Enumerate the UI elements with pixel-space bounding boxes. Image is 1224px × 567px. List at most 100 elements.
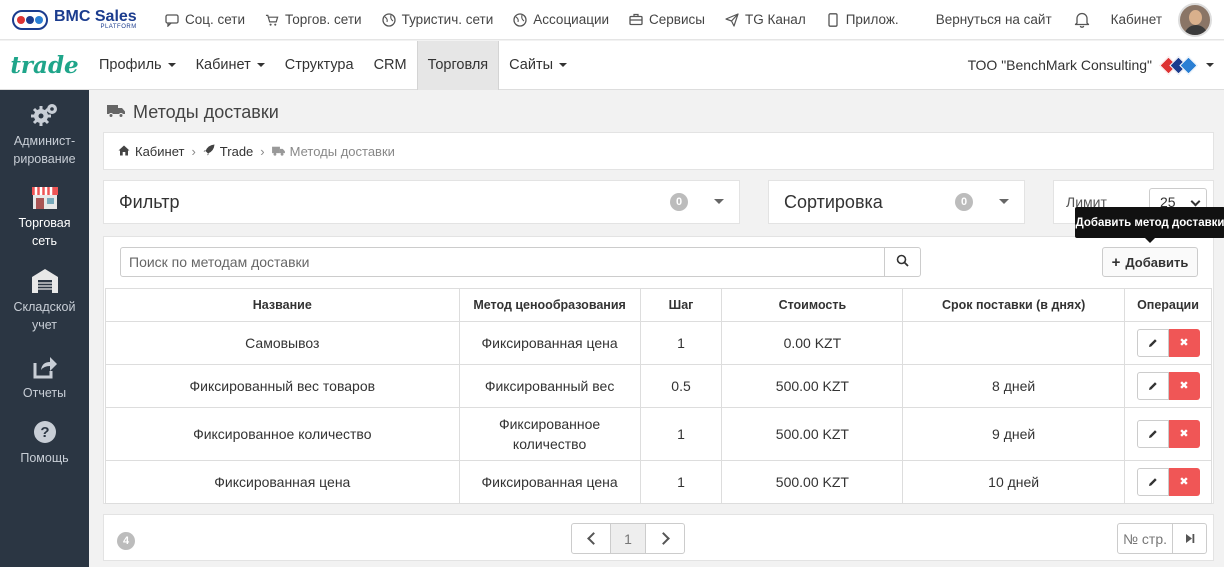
topnav-trade[interactable]: Торгов. сети xyxy=(265,12,362,27)
table-row: Фиксированная цена Фиксированная цена 1 … xyxy=(105,460,1212,504)
sort-count-badge: 0 xyxy=(955,193,973,211)
sidebar-item-help[interactable]: ? Помощь xyxy=(0,417,89,467)
topnav-tg-channel-label: TG Канал xyxy=(744,12,806,27)
top-nav: Соц. сети Торгов. сети Туристич. сети Ас… xyxy=(165,12,919,27)
bmc-logo-icon xyxy=(12,9,48,30)
cell-name: Фиксированное количество xyxy=(105,407,460,461)
menu-trade[interactable]: Торговля xyxy=(416,40,500,90)
caret-down-icon xyxy=(1206,63,1214,67)
topnav-apps[interactable]: Прилож. xyxy=(826,12,899,27)
sidebar-item-reports[interactable]: Отчеты xyxy=(0,352,89,402)
cell-operations: ✖ xyxy=(1124,364,1212,408)
topnav-associations[interactable]: Ассоциации xyxy=(513,12,609,27)
menu-sites[interactable]: Сайты xyxy=(499,41,577,90)
edit-button[interactable] xyxy=(1136,372,1169,400)
sort-panel[interactable]: Сортировка 0 xyxy=(768,180,1025,224)
page-jump-input[interactable]: № стр. xyxy=(1118,524,1173,553)
cell-pricing-method: Фиксированный вес xyxy=(458,364,641,408)
topnav-services[interactable]: Сервисы xyxy=(629,12,705,27)
company-name: ТОО "BenchMark Consulting" xyxy=(967,57,1152,73)
company-switcher[interactable]: ТОО "BenchMark Consulting" xyxy=(967,55,1214,75)
chevron-down-icon[interactable] xyxy=(714,199,724,204)
cell-pricing-method: Фиксированное количество xyxy=(458,407,641,461)
search-icon xyxy=(896,254,909,270)
menu-structure[interactable]: Структура xyxy=(275,41,364,90)
topnav-tg-channel[interactable]: TG Канал xyxy=(725,12,806,27)
menu-structure-label: Структура xyxy=(284,57,354,73)
sidebar-item-trade-network[interactable]: Торговая сеть xyxy=(0,182,89,250)
delete-button[interactable]: ✖ xyxy=(1168,420,1200,448)
bmc-logo[interactable]: BMC Sales PLATFORM xyxy=(12,9,157,30)
add-button[interactable]: + Добавить xyxy=(1102,247,1198,277)
edit-button[interactable] xyxy=(1136,329,1169,357)
search-button[interactable] xyxy=(884,248,920,276)
column-header-delivery-term[interactable]: Срок поставки (в днях) xyxy=(902,288,1126,322)
menu-trade-label: Торговля xyxy=(427,57,489,73)
bell-icon[interactable] xyxy=(1074,11,1090,28)
back-to-site-link[interactable]: Вернуться на сайт xyxy=(936,12,1052,27)
caret-down-icon xyxy=(256,63,265,67)
sidebar-item-warehouse[interactable]: Складской учет xyxy=(0,266,89,334)
column-header-cost[interactable]: Стоимость xyxy=(721,288,904,322)
home-icon xyxy=(118,144,130,159)
cell-step: 0.5 xyxy=(639,364,723,408)
content-area: Методы доставки Кабинет › Trade › Методы… xyxy=(89,90,1224,567)
close-icon: ✖ xyxy=(1179,428,1189,440)
prev-page-button[interactable] xyxy=(572,524,610,553)
pencil-icon xyxy=(1148,376,1158,396)
column-header-operations: Операции xyxy=(1124,288,1212,322)
cabinet-link[interactable]: Кабинет xyxy=(1111,12,1162,27)
logo-title: BMC Sales xyxy=(54,8,137,25)
column-header-name[interactable]: Название xyxy=(105,288,460,322)
cell-pricing-method: Фиксированная цена xyxy=(458,460,641,504)
search-input[interactable] xyxy=(121,248,884,276)
add-button-label: Добавить xyxy=(1125,254,1189,270)
edit-button[interactable] xyxy=(1136,420,1169,448)
cell-name: Фиксированная цена xyxy=(105,460,460,504)
mobile-icon xyxy=(826,12,840,27)
close-icon: ✖ xyxy=(1179,337,1189,349)
trade-brand-logo[interactable]: trade xyxy=(0,52,89,79)
breadcrumb-current-label: Методы доставки xyxy=(289,143,395,159)
page-jump: № стр. xyxy=(1117,523,1207,554)
globe-icon xyxy=(513,12,527,27)
table-row: Фиксированное количество Фиксированное к… xyxy=(105,407,1212,461)
menu-cabinet[interactable]: Кабинет xyxy=(186,41,275,90)
column-header-pricing-method[interactable]: Метод ценообразования xyxy=(458,288,641,322)
delete-button[interactable]: ✖ xyxy=(1168,372,1200,400)
chevron-down-icon[interactable] xyxy=(999,199,1009,204)
delivery-methods-panel: + Добавить Название Метод ценообразовани… xyxy=(103,236,1214,504)
sidebar-item-reports-label: Отчеты xyxy=(22,386,67,400)
topnav-tourism[interactable]: Туристич. сети xyxy=(381,12,493,27)
next-page-button[interactable] xyxy=(646,524,684,553)
truck-icon xyxy=(271,144,285,159)
share-icon xyxy=(30,352,60,382)
chevron-down-icon xyxy=(1190,196,1201,207)
filter-panel[interactable]: Фильтр 0 xyxy=(103,180,740,224)
breadcrumb: Кабинет › Trade › Методы доставки xyxy=(103,132,1214,170)
close-icon: ✖ xyxy=(1179,476,1189,488)
globe-icon xyxy=(381,12,396,27)
page-number[interactable]: 1 xyxy=(610,524,646,553)
menu-profile[interactable]: Профиль xyxy=(89,41,186,90)
cell-cost: 500.00 KZT xyxy=(721,407,904,461)
delete-button[interactable]: ✖ xyxy=(1168,468,1200,496)
sidebar-item-administration[interactable]: Админист- рирование xyxy=(0,100,89,168)
last-page-button[interactable] xyxy=(1173,524,1206,553)
svg-text:?: ? xyxy=(40,424,49,441)
chat-bubble-icon xyxy=(165,13,179,27)
sidebar-item-administration-label: Админист- рирование xyxy=(13,134,76,166)
edit-button[interactable] xyxy=(1136,468,1169,496)
pencil-icon xyxy=(1148,472,1158,492)
delete-button[interactable]: ✖ xyxy=(1168,329,1200,357)
breadcrumb-trade[interactable]: Trade xyxy=(203,144,253,159)
menu-crm[interactable]: CRM xyxy=(364,41,417,90)
paper-plane-icon xyxy=(725,12,739,27)
topnav-social[interactable]: Соц. сети xyxy=(165,12,245,27)
breadcrumb-separator-icon: › xyxy=(191,143,196,159)
breadcrumb-cabinet[interactable]: Кабинет xyxy=(118,144,184,159)
column-header-step[interactable]: Шаг xyxy=(639,288,723,322)
topnav-apps-label: Прилож. xyxy=(845,12,899,27)
question-icon: ? xyxy=(30,417,60,447)
avatar[interactable] xyxy=(1178,2,1212,37)
